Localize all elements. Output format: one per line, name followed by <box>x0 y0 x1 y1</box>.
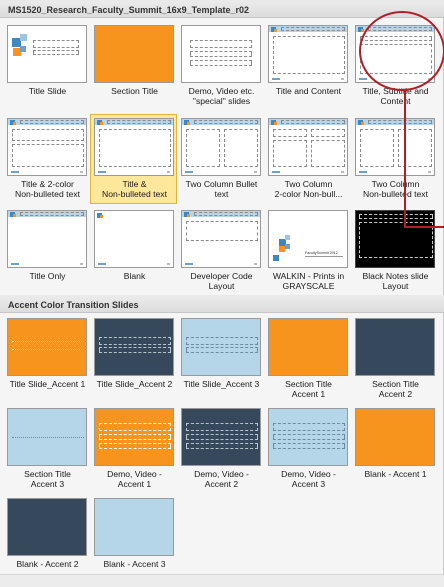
annotation-line-horizontal <box>404 226 444 228</box>
layout-title-and-content[interactable]: Title and Content <box>264 21 351 111</box>
thumb-title-slide-accent-3 <box>181 318 261 376</box>
layout-title-slide-accent-3[interactable]: Title Slide_Accent 3 <box>177 314 264 404</box>
thumb-title-slide <box>7 25 87 83</box>
thumb-section-title <box>94 25 174 83</box>
thumb-walkin: FacultySummit 2012 <box>268 210 348 268</box>
layout-blank-accent-3[interactable]: Blank - Accent 3 <box>90 494 177 584</box>
layout-label: Demo, Video - Accent 3 <box>281 469 336 489</box>
layout-blank[interactable]: Blank <box>90 206 177 296</box>
thumb-title-and-content <box>268 25 348 83</box>
layout-label: Title Slide_Accent 1 <box>9 379 86 389</box>
layout-title-only[interactable]: Title Only <box>3 206 90 296</box>
layout-label: Blank - Accent 1 <box>364 469 427 479</box>
layout-title-nonbulleted[interactable]: Title & Non-bulleted text <box>90 114 177 204</box>
annotation-line-vertical <box>404 90 406 227</box>
thumb-developer-code <box>181 210 261 268</box>
layout-label: Title & 2-color Non-bulleted text <box>15 179 80 199</box>
layout-demo-video-accent-1[interactable]: Demo, Video - Accent 1 <box>90 404 177 494</box>
layout-title-slide-accent-2[interactable]: Title Slide_Accent 2 <box>90 314 177 404</box>
layout-developer-code[interactable]: Developer Code Layout <box>177 206 264 296</box>
layout-label: Demo, Video - Accent 1 <box>107 469 162 489</box>
thumb-demo-video-accent-2 <box>181 408 261 466</box>
layout-label: Section Title Accent 1 <box>285 379 332 399</box>
thumb-section-title-accent-1 <box>268 318 348 376</box>
layout-demo-video[interactable]: Demo, Video etc. "special" slides <box>177 21 264 111</box>
layout-label: WALKIN - Prints in GRAYSCALE <box>272 271 345 291</box>
layout-label: Demo, Video etc. "special" slides <box>188 86 255 106</box>
thumb-two-column-2color <box>268 118 348 176</box>
walkin-logo-text: FacultySummit 2012 <box>305 251 338 255</box>
layout-label: Blank - Accent 2 <box>16 559 79 569</box>
layout-label: Title Slide_Accent 2 <box>96 379 173 389</box>
layout-label: Title and Content <box>275 86 342 96</box>
layout-label: Title Slide_Accent 3 <box>183 379 260 389</box>
layout-two-column-2color[interactable]: Two Column 2-color Non-bull... <box>264 114 351 204</box>
layout-label: Title & Non-bulleted text <box>102 179 167 199</box>
thumb-demo-video-accent-3 <box>268 408 348 466</box>
thumb-blank <box>94 210 174 268</box>
layout-gallery: MS1520_Research_Faculty_Summit_16x9_Temp… <box>0 0 444 587</box>
thumb-demo-video-accent-1 <box>94 408 174 466</box>
thumb-title-only <box>7 210 87 268</box>
layout-blank-accent-2[interactable]: Blank - Accent 2 <box>3 494 90 584</box>
thumb-blank-accent-1 <box>355 408 435 466</box>
layout-label: Title Only <box>29 271 66 281</box>
thumb-title-2color-nonbulleted <box>7 118 87 176</box>
layout-two-column-bullet[interactable]: Two Column Bullet text <box>177 114 264 204</box>
layout-label: Developer Code Layout <box>190 271 253 291</box>
layout-demo-video-accent-3[interactable]: Demo, Video - Accent 3 <box>264 404 351 494</box>
layout-label: Two Column Bullet text <box>185 179 258 199</box>
layout-label: Title Slide <box>28 86 67 96</box>
gallery-title: MS1520_Research_Faculty_Summit_16x9_Temp… <box>0 0 444 18</box>
layout-label: Black Notes slide Layout <box>362 271 429 291</box>
layout-two-column-nonbulleted[interactable]: Two Column Non-bulleted text <box>351 114 438 204</box>
annotation-circle <box>359 11 444 91</box>
layout-label: Blank - Accent 3 <box>103 559 166 569</box>
layout-label: Section Title Accent 2 <box>372 379 419 399</box>
layout-section-title-accent-2[interactable]: Section Title Accent 2 <box>351 314 438 404</box>
gallery-footer <box>0 574 444 587</box>
layout-label: Two Column Non-bulleted text <box>363 179 428 199</box>
layout-label: Section Title <box>111 86 158 96</box>
thumb-title-slide-accent-1 <box>7 318 87 376</box>
layout-black-notes[interactable]: Black Notes slide Layout <box>351 206 438 296</box>
layout-label: Section Title Accent 3 <box>24 469 71 489</box>
thumb-title-nonbulleted <box>94 118 174 176</box>
thumb-demo-video <box>181 25 261 83</box>
thumb-section-title-accent-3 <box>7 408 87 466</box>
layout-title-2color-nonbulleted[interactable]: Title & 2-color Non-bulleted text <box>3 114 90 204</box>
thumb-two-column-bullet <box>181 118 261 176</box>
layout-label: Two Column 2-color Non-bull... <box>274 179 343 199</box>
layout-section-title-accent-1[interactable]: Section Title Accent 1 <box>264 314 351 404</box>
layout-label: Blank <box>123 271 146 281</box>
layout-walkin[interactable]: FacultySummit 2012 WALKIN - Prints in GR… <box>264 206 351 296</box>
layout-title-slide-accent-1[interactable]: Title Slide_Accent 1 <box>3 314 90 404</box>
thumb-blank-accent-2 <box>7 498 87 556</box>
layout-section-title-accent-3[interactable]: Section Title Accent 3 <box>3 404 90 494</box>
thumb-black-notes <box>355 210 435 268</box>
thumb-section-title-accent-2 <box>355 318 435 376</box>
thumb-two-column-nonbulleted <box>355 118 435 176</box>
layout-title-slide[interactable]: Title Slide <box>3 21 90 111</box>
layout-demo-video-accent-2[interactable]: Demo, Video - Accent 2 <box>177 404 264 494</box>
thumb-title-slide-accent-2 <box>94 318 174 376</box>
layout-label: Demo, Video - Accent 2 <box>194 469 249 489</box>
thumb-blank-accent-3 <box>94 498 174 556</box>
layout-blank-accent-1[interactable]: Blank - Accent 1 <box>351 404 438 494</box>
accent-section-header: Accent Color Transition Slides <box>0 295 444 313</box>
layout-section-title[interactable]: Section Title <box>90 21 177 111</box>
